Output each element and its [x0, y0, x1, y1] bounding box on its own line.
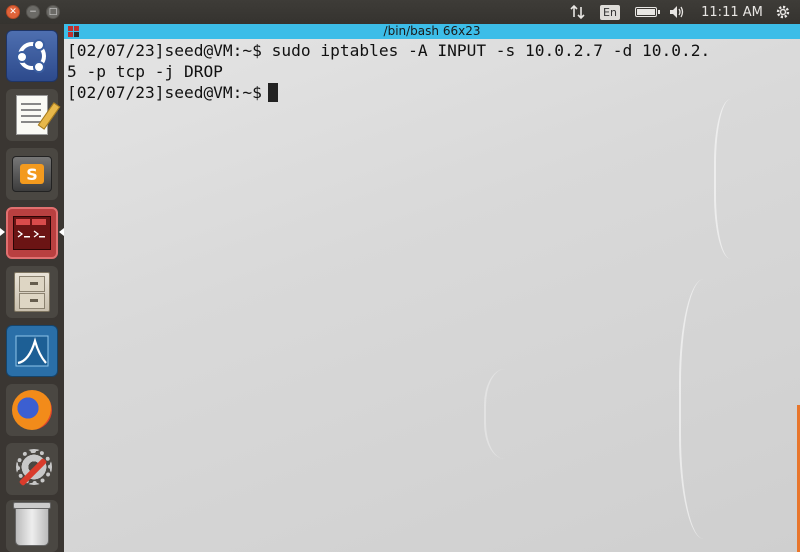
- system-settings-button[interactable]: [6, 443, 58, 495]
- terminal-output[interactable]: [02/07/23]seed@VM:~$ sudo iptables -A IN…: [64, 39, 800, 552]
- terminal-line: 5 -p tcp -j DROP: [67, 62, 223, 81]
- window-maximize-button[interactable]: □: [46, 5, 60, 19]
- volume-icon: [670, 6, 684, 18]
- battery-icon: [635, 7, 660, 17]
- keyboard-layout-indicator[interactable]: En: [599, 0, 621, 24]
- close-icon: ✕: [9, 6, 17, 17]
- network-indicator[interactable]: [567, 0, 589, 24]
- network-icon: [570, 4, 585, 20]
- clock[interactable]: 11:11 AM: [700, 0, 764, 24]
- launcher: S: [0, 24, 64, 552]
- active-app-indicator: [0, 228, 5, 236]
- wireshark-button[interactable]: [6, 325, 58, 377]
- text-editor-button[interactable]: [6, 89, 61, 141]
- files-icon: [14, 272, 50, 312]
- trash-button[interactable]: [6, 500, 58, 552]
- terminal-line: [02/07/23]seed@VM:~$ sudo iptables -A IN…: [67, 41, 711, 60]
- ubuntu-dash-button[interactable]: [6, 30, 58, 82]
- terminal-titlebar[interactable]: /bin/bash 66x23: [64, 24, 800, 39]
- minimize-icon: −: [29, 6, 37, 17]
- terminal-button[interactable]: [6, 207, 58, 259]
- sublime-text-icon: S: [12, 156, 52, 192]
- window-close-button[interactable]: ✕: [6, 5, 20, 19]
- system-gear-icon: [776, 5, 790, 19]
- text-editor-icon: [16, 95, 61, 135]
- trash-icon: [13, 502, 51, 546]
- system-menu[interactable]: [772, 0, 794, 24]
- terminal-icon: [13, 216, 51, 250]
- maximize-icon: □: [48, 6, 58, 17]
- terminal-cursor: [267, 83, 278, 102]
- ubuntu-dash-icon: [16, 39, 46, 73]
- terminal-text: [02/07/23]seed@VM:~$ sudo iptables -A IN…: [67, 40, 710, 103]
- top-panel: ✕ − □ En 11:11 AM: [0, 0, 800, 24]
- system-settings-icon: [12, 449, 52, 489]
- terminal-window: /bin/bash 66x23 [02/07/23]seed@VM:~$ sud…: [64, 24, 800, 552]
- keyboard-layout-label: En: [600, 4, 620, 20]
- firefox-icon: [12, 390, 52, 430]
- wireshark-icon: [15, 335, 49, 367]
- firefox-button[interactable]: [6, 384, 58, 436]
- sublime-text-button[interactable]: S: [6, 148, 58, 200]
- terminal-prompt: [02/07/23]seed@VM:~$: [67, 83, 262, 102]
- terminal-title: /bin/bash 66x23: [383, 24, 481, 38]
- battery-indicator[interactable]: [632, 0, 660, 24]
- files-button[interactable]: [6, 266, 58, 318]
- window-minimize-button[interactable]: −: [26, 5, 40, 19]
- volume-indicator[interactable]: [666, 0, 688, 24]
- sublime-glyph: S: [20, 164, 44, 184]
